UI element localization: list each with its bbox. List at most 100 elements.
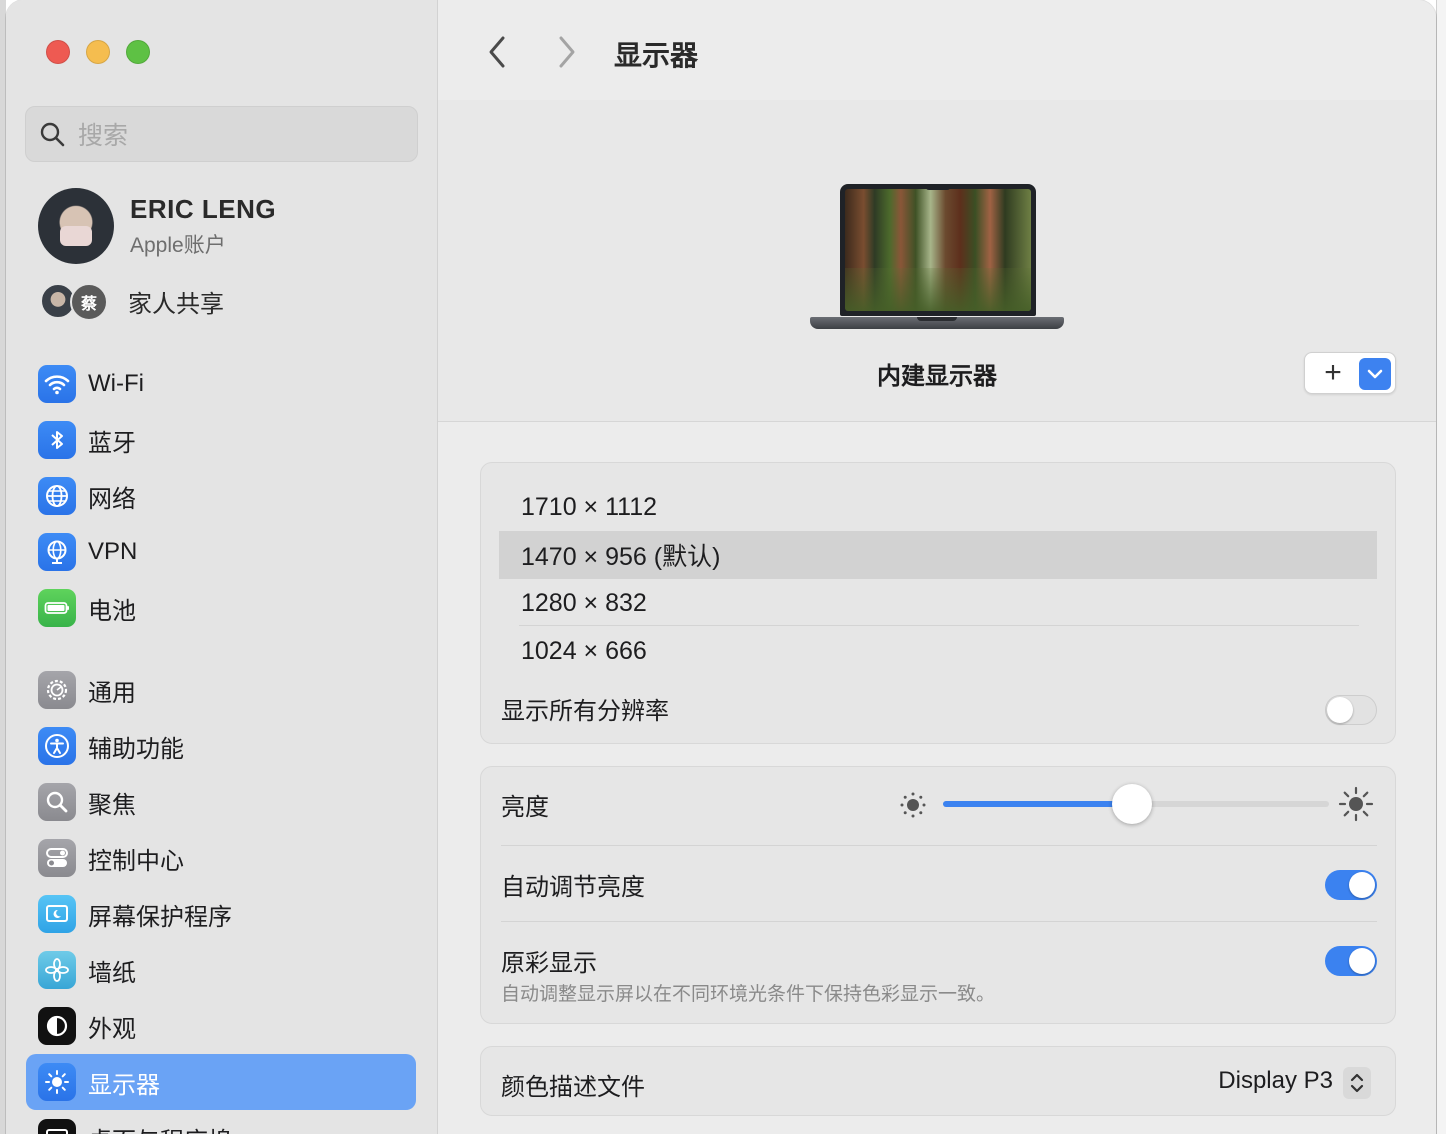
up-down-chevron-icon	[1350, 1073, 1364, 1093]
chevron-right-icon	[559, 36, 575, 68]
family-avatar-initial: 蔡	[70, 283, 108, 321]
forward-button[interactable]	[552, 32, 582, 72]
chevron-down-icon	[1367, 369, 1383, 379]
account-subtitle: Apple账户	[130, 233, 226, 257]
background-window-right-edge	[1436, 0, 1446, 1134]
screensaver-icon	[38, 895, 76, 933]
divider	[501, 921, 1377, 922]
toggle-knob	[1349, 872, 1375, 898]
sidebar-item-appearance[interactable]: 外观	[26, 998, 416, 1054]
sun-small-icon	[900, 792, 926, 818]
family-sharing[interactable]: 蔡 家人共享	[38, 281, 224, 321]
control-center-icon	[38, 839, 76, 877]
add-display-button[interactable]: +	[1304, 352, 1396, 394]
resolution-option[interactable]: 1024 × 666	[499, 627, 1377, 675]
sidebar-item-displays[interactable]: 显示器	[26, 1054, 416, 1110]
gear-icon	[38, 671, 76, 709]
laptop-display-icon[interactable]	[810, 184, 1064, 336]
sidebar-item-label: 网络	[88, 485, 136, 513]
sidebar-item-wallpaper[interactable]: 墙纸	[26, 942, 416, 998]
sidebar-item-label: 控制中心	[88, 847, 184, 875]
family-sharing-label: 家人共享	[128, 290, 224, 318]
sidebar-item-label: 墙纸	[88, 959, 136, 987]
minimize-button[interactable]	[86, 40, 110, 64]
family-avatars: 蔡	[38, 281, 114, 321]
color-profile-card: 颜色描述文件 Display P3	[480, 1046, 1396, 1116]
auto-brightness-toggle[interactable]	[1325, 870, 1377, 900]
toggle-knob	[1349, 948, 1375, 974]
sidebar-item-network[interactable]: 网络	[26, 468, 416, 524]
sidebar-item-label: 外观	[88, 1015, 136, 1043]
sidebar-item-control-center[interactable]: 控制中心	[26, 830, 416, 886]
resolution-option[interactable]: 1710 × 1112	[499, 483, 1377, 531]
account-name: ERIC LENG	[130, 193, 277, 224]
bluetooth-icon	[38, 421, 76, 459]
sidebar-item-label: Wi-Fi	[88, 370, 144, 397]
show-all-resolutions-label: 显示所有分辨率	[501, 698, 669, 725]
page-title: 显示器	[614, 40, 699, 71]
color-profile-value[interactable]: Display P3	[1218, 1067, 1333, 1095]
dock-icon	[38, 1119, 76, 1134]
brightness-label: 亮度	[501, 794, 549, 821]
laptop-notch	[925, 184, 951, 190]
sidebar-item-label: 屏幕保护程序	[88, 903, 232, 931]
globe-icon	[38, 477, 76, 515]
true-tone-toggle[interactable]	[1325, 946, 1377, 976]
true-tone-label: 原彩显示	[501, 950, 597, 977]
laptop-screen-frame	[840, 184, 1036, 316]
avatar	[38, 188, 114, 264]
brightness-slider-fill	[943, 801, 1132, 807]
close-button[interactable]	[46, 40, 70, 64]
sidebar-item-accessibility[interactable]: 辅助功能	[26, 718, 416, 774]
sidebar-item-label: 蓝牙	[88, 429, 136, 457]
show-all-resolutions-toggle[interactable]	[1325, 695, 1377, 725]
sidebar-item-vpn[interactable]: VPN	[26, 524, 416, 580]
sidebar-item-general[interactable]: 通用	[26, 662, 416, 718]
sidebar-item-spotlight[interactable]: 聚焦	[26, 774, 416, 830]
add-display-dropdown[interactable]	[1359, 358, 1391, 390]
sidebar-item-bluetooth[interactable]: 蓝牙	[26, 412, 416, 468]
zoom-button[interactable]	[126, 40, 150, 64]
system-settings-window: 搜索 ERIC LENG Apple账户 蔡 家人共享 Wi-Fi 蓝牙 网络 …	[6, 0, 1436, 1134]
search-icon	[40, 122, 65, 147]
sidebar-item-wifi[interactable]: Wi-Fi	[26, 356, 416, 412]
color-profile-label: 颜色描述文件	[501, 1074, 645, 1101]
wallpaper-preview	[845, 189, 1031, 311]
auto-brightness-label: 自动调节亮度	[501, 874, 645, 901]
divider	[519, 625, 1359, 626]
search-placeholder: 搜索	[78, 122, 129, 150]
resolution-option[interactable]: 1280 × 832	[499, 579, 1377, 627]
chevron-left-icon	[489, 36, 505, 68]
laptop-base	[810, 317, 1064, 329]
resolution-option-selected[interactable]: 1470 × 956 (默认)	[499, 531, 1377, 579]
sidebar-item-label: 通用	[88, 679, 136, 707]
sidebar-item-screensaver[interactable]: 屏幕保护程序	[26, 886, 416, 942]
true-tone-description: 自动调整显示屏以在不同环境光条件下保持色彩显示一致。	[501, 984, 996, 1005]
accessibility-icon	[38, 727, 76, 765]
sun-icon	[38, 1063, 76, 1101]
toggle-knob	[1327, 697, 1353, 723]
wifi-icon	[38, 365, 76, 403]
brightness-card: 亮度 自动调节亮度 原彩显示 自动调整显示屏以在不同环境光条件下保持色彩显示一致…	[480, 766, 1396, 1024]
sidebar-item-battery[interactable]: 电池	[26, 580, 416, 636]
apple-account[interactable]: ERIC LENG Apple账户	[38, 188, 276, 264]
back-button[interactable]	[482, 32, 512, 72]
color-profile-popup-button[interactable]	[1343, 1067, 1371, 1099]
resolution-card: 1710 × 1112 1470 × 956 (默认) 1280 × 832 1…	[480, 462, 1396, 744]
sidebar-item-label: 聚焦	[88, 791, 136, 819]
main-pane: 显示器 内建显示器 + 1710 × 1112 1470 × 956 (默认)	[438, 0, 1436, 1134]
brightness-slider-knob[interactable]	[1112, 784, 1152, 824]
plus-icon: +	[1324, 356, 1342, 389]
search-field[interactable]: 搜索	[25, 106, 418, 162]
wallpaper-flower-icon	[38, 951, 76, 989]
vpn-globe-icon	[38, 533, 76, 571]
sidebar-item-label: 辅助功能	[88, 735, 184, 763]
display-header: 内建显示器 +	[438, 100, 1436, 422]
sidebar-item-desktop-dock[interactable]: 桌面与程序坞	[26, 1110, 416, 1134]
brightness-slider[interactable]	[943, 784, 1329, 824]
sidebar-item-label: 显示器	[88, 1071, 160, 1099]
sun-large-icon	[1338, 786, 1374, 822]
sidebar: 搜索 ERIC LENG Apple账户 蔡 家人共享 Wi-Fi 蓝牙 网络 …	[6, 0, 438, 1134]
divider	[501, 845, 1377, 846]
sidebar-item-label: 电池	[88, 597, 136, 625]
